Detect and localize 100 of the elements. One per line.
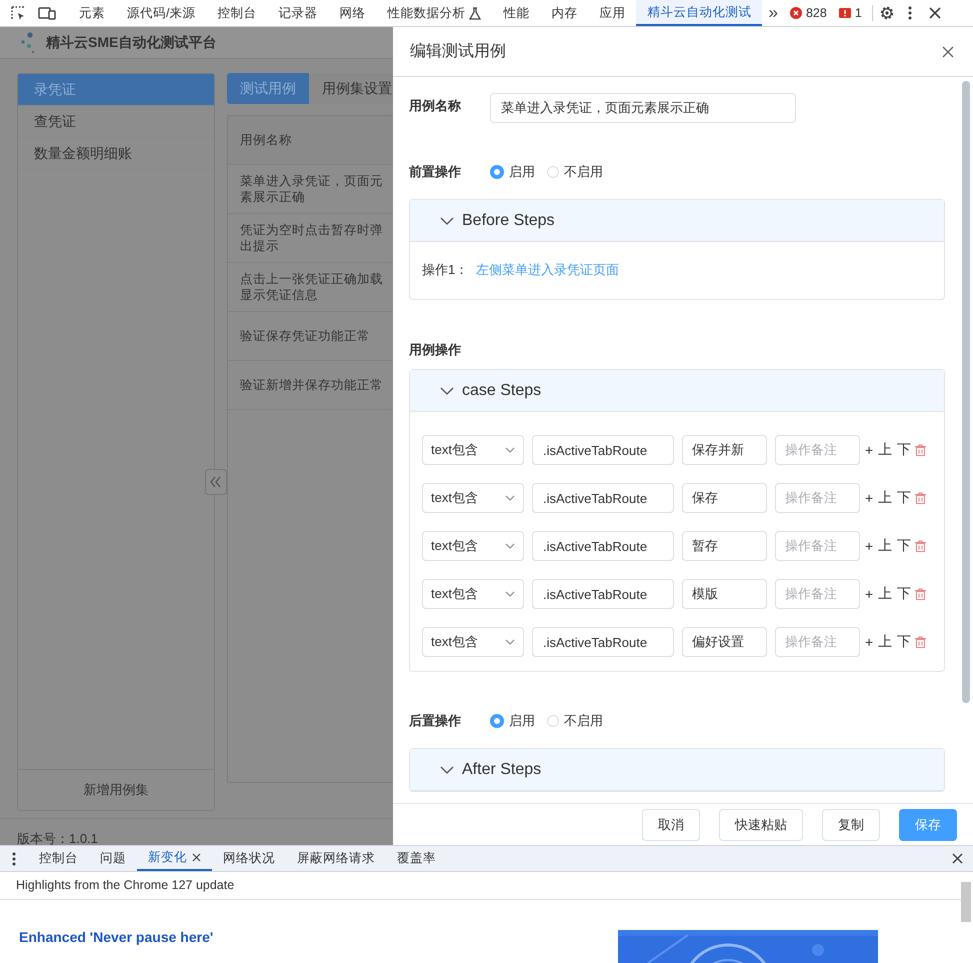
collapse-icon[interactable] [205,469,227,495]
more-options-icon[interactable] [12,852,16,866]
move-down-button[interactable]: 下 [897,537,912,555]
panel-title: Before Steps [462,212,554,230]
devtools-tab[interactable]: 性能 [492,0,540,26]
add-button[interactable]: + [865,490,874,506]
devtools-tab[interactable]: 控制台 [206,0,268,26]
radio-button[interactable] [490,714,504,728]
selector-field[interactable]: .isActiveTabRoute [532,483,674,513]
delete-icon[interactable] [915,492,926,504]
field-label: 后置操作 [409,712,462,730]
type-select[interactable]: text包含 [422,531,524,561]
type-select[interactable]: text包含 [422,627,524,657]
add-button[interactable]: + [865,442,874,458]
value-field[interactable]: 偏好设置 [682,627,767,657]
move-down-button[interactable]: 下 [897,441,912,459]
close-icon[interactable] [942,46,954,58]
drawer-tab[interactable]: 新变化 [137,846,212,871]
case-name-field[interactable]: 菜单进入录凭证，页面元素展示正确 [490,93,796,123]
delete-icon[interactable] [915,636,926,648]
move-up-button[interactable]: 上 [878,489,892,507]
move-up-button[interactable]: 上 [878,585,892,603]
move-down-button[interactable]: 下 [897,633,912,651]
move-up-button[interactable]: 上 [878,537,892,555]
sidebar-item[interactable]: 查凭证 [18,106,214,138]
footer-button[interactable]: 取消 [642,808,700,840]
panel-header[interactable]: Before Steps [410,200,944,242]
panel-header[interactable]: case Steps [410,370,944,412]
devtools-tab[interactable]: 源代码/来源 [116,0,206,26]
field-label: 用例名称 [409,97,462,115]
close-icon[interactable] [192,853,201,862]
value-field[interactable]: 保存并新 [682,435,767,465]
move-up-button[interactable]: 上 [878,441,892,459]
selector-field[interactable]: .isActiveTabRoute [532,627,674,657]
drawer-tab[interactable]: 覆盖率 [386,846,447,871]
step-label: 操作1： [422,262,468,277]
devtools-tab[interactable]: 元素 [68,0,116,26]
radio-button[interactable] [490,165,504,179]
error-icon [790,7,802,19]
footer-button[interactable]: 快速粘贴 [719,808,803,840]
panel-header[interactable]: After Steps [410,749,944,791]
issue-count[interactable]: 1 [832,6,868,20]
update-heading: Highlights from the Chrome 127 update [0,872,961,900]
drawer-tab[interactable]: 控制台 [28,846,89,871]
more-options-icon[interactable] [906,5,913,21]
flask-icon [469,6,482,20]
delete-icon[interactable] [915,588,926,600]
feature-title: Enhanced 'Never pause here' [19,929,214,945]
radio-label: 启用 [509,163,535,181]
devtools-tab[interactable]: 性能数据分析 [376,0,492,26]
devtools-tab[interactable]: 应用 [588,0,636,26]
type-select[interactable]: text包含 [422,579,524,609]
close-icon[interactable] [928,7,941,19]
add-suite-button[interactable]: 新增用例集 [18,769,214,810]
field-label: 前置操作 [409,163,462,181]
scrollbar[interactable] [962,81,970,703]
close-icon[interactable] [952,853,963,864]
value-field[interactable]: 保存 [682,483,767,513]
footer-button[interactable]: 复制 [822,808,880,840]
caret-icon [505,495,515,501]
delete-icon[interactable] [915,444,926,456]
value-field[interactable]: 模版 [682,579,767,609]
settings-icon[interactable] [878,5,895,21]
error-count[interactable]: 828 [784,6,833,20]
issue-icon [838,7,851,19]
caret-icon [505,591,515,597]
caret-icon [505,447,515,453]
selector-field[interactable]: .isActiveTabRoute [532,435,674,465]
sidebar-item[interactable]: 数量金额明细账 [18,138,214,170]
drawer-title: 编辑测试用例 [410,42,506,62]
drawer-tab[interactable]: 网络状况 [212,846,286,871]
add-button[interactable]: + [865,586,874,602]
scrollbar[interactable] [961,882,971,922]
caret-icon [505,639,515,645]
radio-label: 不启用 [564,163,603,181]
add-button[interactable]: + [865,538,874,554]
type-select[interactable]: text包含 [422,483,524,513]
device-toolbar-icon[interactable] [38,5,56,21]
value-field[interactable]: 暂存 [682,531,767,561]
move-down-button[interactable]: 下 [897,489,912,507]
more-tabs-button[interactable]: » [762,3,784,23]
move-up-button[interactable]: 上 [878,633,892,651]
drawer-tab[interactable]: 屏蔽网络请求 [286,846,386,871]
add-button[interactable]: + [865,634,874,650]
selector-field[interactable]: .isActiveTabRoute [532,579,674,609]
delete-icon[interactable] [915,540,926,552]
devtools-tab[interactable]: 内存 [540,0,588,26]
devtools-tab[interactable]: 记录器 [267,0,328,26]
devtools-tab[interactable]: 精斗云自动化测试 [636,0,762,26]
logo-icon [20,32,36,54]
section-label: 用例操作 [409,341,462,359]
move-down-button[interactable]: 下 [897,585,912,603]
panel-title: case Steps [462,382,542,400]
app-title: 精斗云SME自动化测试平台 [46,34,216,52]
panel-title: After Steps [462,760,542,778]
drawer-tab[interactable]: 问题 [89,846,137,871]
selector-field[interactable]: .isActiveTabRoute [532,531,674,561]
devtools-tab[interactable]: 网络 [328,0,376,26]
type-select[interactable]: text包含 [422,435,524,465]
inspect-icon[interactable] [10,5,26,21]
